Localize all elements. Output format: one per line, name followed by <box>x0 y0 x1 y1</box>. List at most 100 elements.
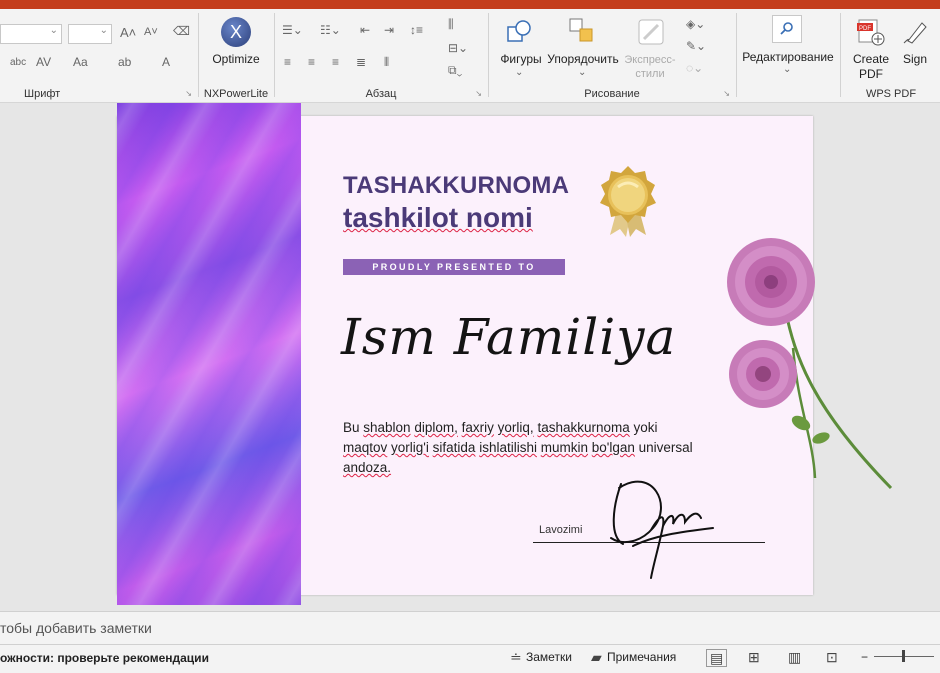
text-run: faxriy <box>461 420 494 435</box>
sign-pen-icon <box>900 17 930 47</box>
optimize-button[interactable]: Optimize <box>200 52 272 66</box>
gold-medal-icon <box>598 163 658 244</box>
font-group-label: Шрифт <box>24 88 61 100</box>
position-label[interactable]: Lavozimi <box>539 524 582 536</box>
paragraph-group: ☰⌄ ☷⌄ ⇤ ⇥ ↕≡ ⫼ ≡ ≡ ≡ ≣ ⫴ ⊟⌄ ⧉⌄ Абзац ↘ <box>276 9 486 102</box>
justify-icon[interactable]: ≣ <box>356 55 366 69</box>
comment-icon[interactable]: ▰ <box>591 649 602 666</box>
text-run: andoza. <box>343 460 392 475</box>
separator <box>274 13 275 97</box>
optimize-icon: X <box>221 17 251 47</box>
notes-icon[interactable]: ≐ <box>510 649 522 666</box>
separator <box>198 13 199 97</box>
organization-name[interactable]: tashkilot nomi <box>343 202 533 234</box>
drawing-group-label: Рисование <box>584 88 640 100</box>
font-color-icon[interactable]: A <box>162 55 170 69</box>
text-run: tashakkurnoma <box>537 420 630 435</box>
title-bar <box>0 0 940 9</box>
strikethrough-icon[interactable]: abc <box>10 57 26 68</box>
outline-icon[interactable]: ✎⌄ <box>686 39 706 53</box>
text-run: yorliq, <box>497 420 534 435</box>
chevron-down-icon: ⌄ <box>515 67 524 78</box>
reading-view-icon[interactable]: ▥ <box>788 649 801 666</box>
notes-placeholder[interactable]: тобы добавить заметки <box>0 620 152 636</box>
wps-pdf-group: PDF Create PDF Sign WPS PDF <box>842 9 940 102</box>
editing-button[interactable]: Редактирование <box>738 50 838 64</box>
dahlia-flower-illustration <box>723 238 893 503</box>
text-run: shablon <box>363 420 411 435</box>
arrange-button[interactable]: Упорядочить <box>544 52 622 66</box>
change-case-icon[interactable]: Aa <box>73 55 88 69</box>
align-left-icon[interactable]: ≡ <box>284 55 291 69</box>
decrease-indent-icon[interactable]: ⇤ <box>360 23 370 37</box>
pdf-icon: PDF <box>856 17 886 47</box>
handwritten-signature <box>593 466 723 586</box>
svg-text:PDF: PDF <box>859 26 871 32</box>
separator <box>840 13 841 97</box>
shrink-font-icon[interactable]: A˅ <box>144 26 158 38</box>
text-run: bo'lgan <box>591 440 635 455</box>
text-run: yoki <box>629 420 658 435</box>
shapes-icon <box>506 19 532 45</box>
numbering-icon[interactable]: ☷⌄ <box>320 23 341 37</box>
font-name-combo[interactable] <box>0 24 62 44</box>
wps-pdf-group-label: WPS PDF <box>865 88 917 100</box>
accessibility-status[interactable]: ожности: проверьте рекомендации <box>0 651 209 665</box>
text-run: maqtov <box>343 440 388 455</box>
columns-icon[interactable]: ⫴ <box>384 55 389 70</box>
search-icon <box>772 15 802 43</box>
separator <box>488 13 489 97</box>
comments-button[interactable]: Примечания <box>607 650 676 664</box>
notes-button[interactable]: Заметки <box>526 650 572 664</box>
text-run: universal <box>634 440 693 455</box>
slide[interactable]: TASHAKKURNOMA tashkilot nomi PROUDLY PRE… <box>117 103 893 605</box>
editing-group: Редактирование ⌄ <box>738 9 838 102</box>
zoom-out-button[interactable]: − <box>861 650 868 664</box>
font-dialog-launcher-icon[interactable]: ↘ <box>185 89 192 98</box>
organization-text: tashkilot nomi <box>343 202 533 233</box>
fill-icon[interactable]: ◈⌄ <box>686 17 705 31</box>
paragraph-group-label: Абзац <box>365 88 397 100</box>
drawing-dialog-launcher-icon[interactable]: ↘ <box>723 89 730 98</box>
char-spacing-icon[interactable]: AV <box>36 55 51 69</box>
highlight-icon[interactable]: ab <box>118 55 131 69</box>
increase-indent-icon[interactable]: ⇥ <box>384 23 394 37</box>
status-bar: ожности: проверьте рекомендации ≐ Заметк… <box>0 644 940 673</box>
font-size-combo[interactable] <box>68 24 112 44</box>
text-run: sifatida <box>432 440 476 455</box>
separator <box>736 13 737 97</box>
slide-sorter-icon[interactable]: ⊞ <box>748 649 760 666</box>
align-right-icon[interactable]: ≡ <box>332 55 339 69</box>
clear-format-icon[interactable]: ⌫ <box>173 24 190 38</box>
create-pdf-button[interactable]: Create PDF <box>848 52 894 82</box>
shapes-button[interactable]: Фигуры <box>492 52 550 66</box>
text-run: Bu <box>343 420 364 435</box>
grow-font-icon[interactable]: A˄ <box>120 25 136 40</box>
presented-banner[interactable]: PROUDLY PRESENTED TO <box>343 259 565 275</box>
chevron-down-icon: ⌄ <box>783 64 792 75</box>
line-spacing-icon[interactable]: ↕≡ <box>410 23 423 37</box>
ribbon: A˄ A˅ ⌫ abc AV Aa ab A Шрифт ↘ X Optimiz… <box>0 9 940 103</box>
normal-view-icon[interactable]: ▤ <box>706 649 728 667</box>
nxpowerlite-group: X Optimize NXPowerLite <box>200 9 272 102</box>
font-group: A˄ A˅ ⌫ abc AV Aa ab A Шрифт ↘ <box>0 9 196 102</box>
certificate-title[interactable]: TASHAKKURNOMA <box>343 172 569 200</box>
slideshow-icon[interactable]: ⊡ <box>826 649 838 666</box>
sign-button[interactable]: Sign <box>896 52 934 66</box>
effects-icon[interactable]: ◌⌄ <box>686 61 703 75</box>
arrange-icon <box>568 17 596 45</box>
text-run: ishlatilishi <box>479 440 537 455</box>
zoom-slider-thumb[interactable] <box>902 650 905 662</box>
align-text-icon[interactable]: ⊟⌄ <box>448 41 468 55</box>
notes-pane[interactable]: тобы добавить заметки <box>0 611 940 645</box>
text-run: diplom, <box>414 420 458 435</box>
express-styles-button[interactable]: Экспресс-стили <box>620 53 680 81</box>
chevron-down-icon: ⌄ <box>578 67 587 78</box>
bullets-icon[interactable]: ☰⌄ <box>282 23 303 37</box>
slide-canvas: TASHAKKURNOMA tashkilot nomi PROUDLY PRE… <box>0 103 940 611</box>
align-center-icon[interactable]: ≡ <box>308 55 315 69</box>
recipient-name[interactable]: Ism Familiya <box>341 308 676 366</box>
smartart-icon[interactable]: ⧉⌄ <box>448 63 462 78</box>
text-direction-icon[interactable]: ⫼ <box>448 17 454 32</box>
paragraph-dialog-launcher-icon[interactable]: ↘ <box>475 89 482 98</box>
